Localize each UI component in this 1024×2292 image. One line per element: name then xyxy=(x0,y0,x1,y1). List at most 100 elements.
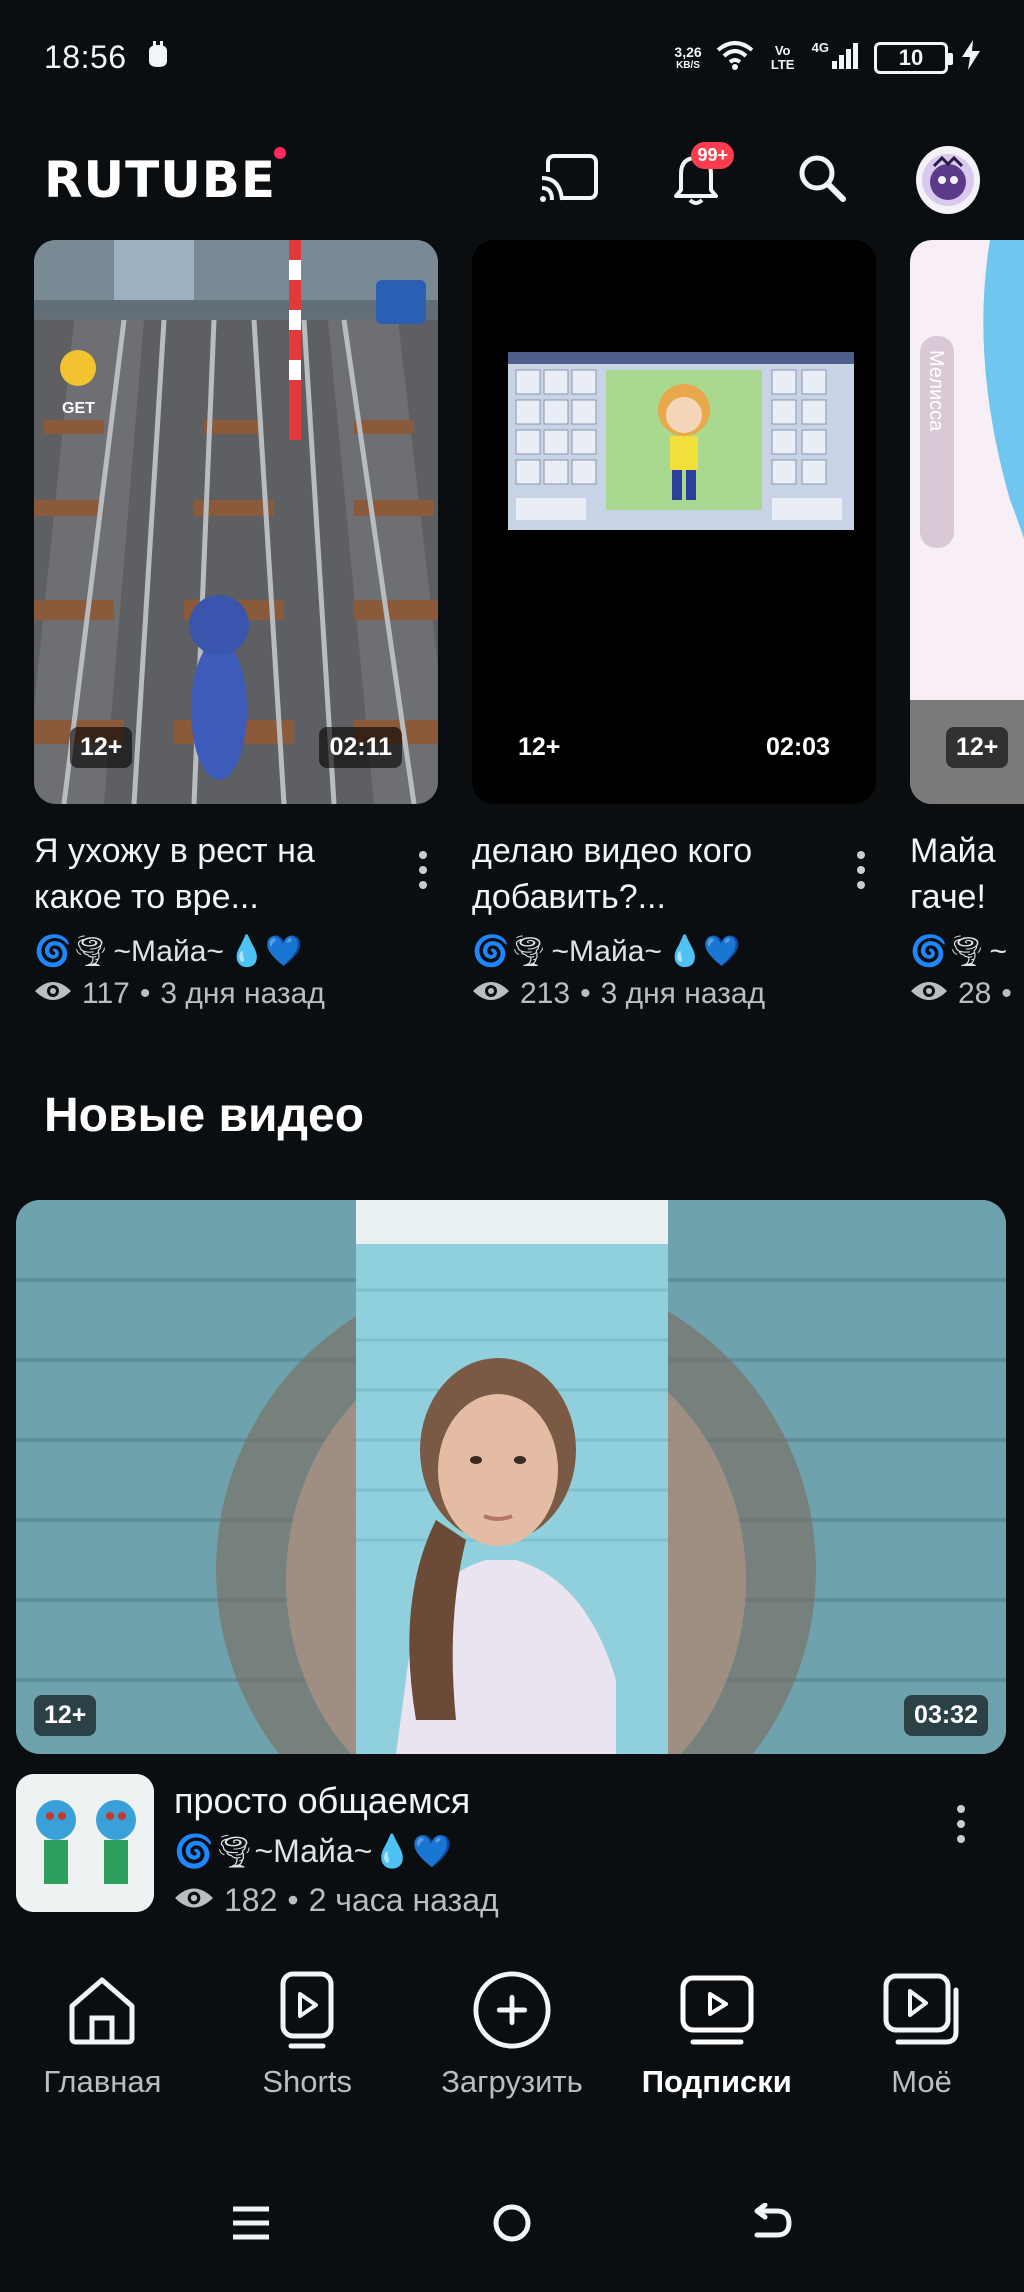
nav-item-home[interactable]: Главная xyxy=(2,1970,202,2100)
section-title-new-videos: Новые видео xyxy=(44,1089,365,1142)
video-info: просто общаемся 🌀🌪~Майа~💧💙 182 • 2 часа … xyxy=(16,1774,1006,1924)
author-emoji-prefix: 🌀🌪 xyxy=(910,935,986,968)
status-bar: 18:56 3,26 KB/S Vo LTE 4G 10 xyxy=(0,0,1024,115)
channel-avatar[interactable] xyxy=(16,1774,154,1912)
back-arrow-icon xyxy=(753,2202,793,2248)
home-system-button[interactable] xyxy=(472,2185,552,2265)
back-system-button[interactable] xyxy=(733,2185,813,2265)
short-card[interactable]: GET 12+ 02:11 Я ухожу в рест на какое то… xyxy=(34,240,438,1011)
short-thumbnail[interactable]: 12+ 02:03 xyxy=(472,240,876,804)
thumb-overlay-text: Мелисса xyxy=(925,350,947,432)
home-icon xyxy=(62,1970,142,2050)
age-rating-badge: 12+ xyxy=(518,733,561,761)
author-name: ~Майа~ xyxy=(113,934,224,968)
upload-age: 3 дня назад xyxy=(160,977,325,1010)
duration-badge: 02:11 xyxy=(319,727,402,768)
shorts-icon xyxy=(267,1970,347,2050)
nav-label: Shorts xyxy=(262,2064,352,2099)
nav-item-subscriptions[interactable]: Подписки xyxy=(617,1970,817,2100)
video-more-button[interactable] xyxy=(946,1794,976,1854)
nav-label: Главная xyxy=(43,2064,162,2099)
short-meta: 28 • xyxy=(910,977,1024,1011)
short-title[interactable]: Я ухожу в рест на какое то вре... xyxy=(34,828,394,920)
cell-signal: 4G xyxy=(812,41,860,74)
nav-item-library[interactable]: Моё xyxy=(822,1970,1022,2100)
view-count: 182 xyxy=(224,1882,278,1918)
short-author[interactable]: 🌀🌪 ~Майа~ 💧💙 xyxy=(472,934,876,969)
search-button[interactable] xyxy=(790,148,854,212)
short-author[interactable]: 🌀🌪 ~Майа~ 💧💙 xyxy=(34,934,438,969)
library-icon xyxy=(882,1970,962,2050)
nav-item-upload[interactable]: Загрузить xyxy=(412,1970,612,2100)
status-time: 18:56 xyxy=(44,39,127,75)
upload-plus-icon xyxy=(472,1970,552,2050)
author-name: ~ xyxy=(989,934,1007,968)
volte-indicator: Vo LTE xyxy=(770,42,795,72)
wifi-icon xyxy=(716,40,754,75)
short-thumbnail[interactable]: GET 12+ 02:11 xyxy=(34,240,438,804)
short-title[interactable]: делаю видео кого добавить?... xyxy=(472,828,832,920)
author-emoji-prefix: 🌀🌪 xyxy=(34,935,110,968)
short-more-button[interactable] xyxy=(408,840,438,900)
runner-game-image xyxy=(34,240,438,804)
signal-icon xyxy=(832,41,860,74)
search-icon xyxy=(797,153,847,208)
author-emoji-prefix: 🌀🌪 xyxy=(472,935,548,968)
short-title[interactable]: Майа гаче! xyxy=(910,828,1010,920)
short-card[interactable]: 12+ 02:03 делаю видео кого добавить?... … xyxy=(472,240,876,1011)
upload-age: 2 часа назад xyxy=(308,1882,499,1918)
circle-home-icon xyxy=(492,2203,532,2248)
nav-label: Моё xyxy=(891,2064,952,2099)
video-thumbnail[interactable]: 12+ 03:32 xyxy=(16,1200,1006,1754)
duration-badge: 02:03 xyxy=(766,733,830,761)
shorts-carousel[interactable]: GET 12+ 02:11 Я ухожу в рест на какое то… xyxy=(0,240,1024,1040)
short-card[interactable]: Мелисса 12+ Майа гаче! 🌀🌪 ~ 28 • xyxy=(910,240,1024,1011)
eye-icon xyxy=(34,977,72,1011)
author-emoji-prefix: 🌀🌪 xyxy=(174,1833,255,1869)
logo-dot xyxy=(274,147,287,159)
duration-badge: 03:32 xyxy=(904,1695,988,1736)
net-speed: 3,26 KB/S xyxy=(674,43,702,71)
author-name: ~Майа~ xyxy=(254,1833,373,1869)
thumb-overlay-text: GET xyxy=(62,400,95,417)
short-more-button[interactable] xyxy=(846,840,876,900)
age-rating-badge: 12+ xyxy=(34,1695,97,1736)
nav-label: Подписки xyxy=(641,2064,792,2099)
profile-avatar-button[interactable] xyxy=(916,146,980,214)
video-meta: 182 • 2 часа назад xyxy=(174,1882,499,1919)
vlog-girl-image xyxy=(16,1200,1006,1754)
notification-app-icon xyxy=(145,41,171,74)
recent-apps-button[interactable] xyxy=(211,2185,291,2265)
eye-icon xyxy=(174,1882,214,1919)
cast-icon xyxy=(540,152,600,209)
short-author[interactable]: 🌀🌪 ~ xyxy=(910,934,1024,969)
nav-item-shorts[interactable]: Shorts xyxy=(207,1970,407,2100)
view-count: 28 xyxy=(958,977,992,1010)
system-navigation-bar xyxy=(0,2170,1024,2280)
anime-character-image xyxy=(910,240,1024,804)
eye-icon xyxy=(910,977,948,1011)
video-author[interactable]: 🌀🌪~Майа~💧💙 xyxy=(174,1832,452,1870)
menu-icon xyxy=(231,2205,271,2246)
notifications-button[interactable]: 99+ xyxy=(664,142,734,212)
eye-icon xyxy=(472,977,510,1011)
short-meta: 117 • 3 дня назад xyxy=(34,977,438,1011)
video-card[interactable]: 12+ 03:32 просто общаемся 🌀🌪~Майа~💧💙 182… xyxy=(16,1200,1006,1924)
nav-label: Загрузить xyxy=(441,2064,583,2099)
short-thumbnail[interactable]: Мелисса 12+ xyxy=(910,240,1024,804)
rutube-logo[interactable]: RUTUBE xyxy=(44,147,287,209)
video-title[interactable]: просто общаемся xyxy=(174,1780,470,1822)
upload-age: 3 дня назад xyxy=(600,977,766,1010)
bottom-navigation: Главная Shorts Загрузить Подписки Моё xyxy=(0,1970,1024,2130)
battery-indicator: 10 xyxy=(874,41,953,74)
author-emoji-suffix: 💧💙 xyxy=(372,1833,453,1869)
view-count: 213 xyxy=(520,977,571,1010)
view-count: 117 xyxy=(82,977,130,1010)
gacha-editor-image xyxy=(508,352,854,530)
avatar xyxy=(916,146,980,214)
author-emoji-suffix: 💧💙 xyxy=(665,935,741,968)
cast-button[interactable] xyxy=(538,148,602,212)
short-meta: 213 • 3 дня назад xyxy=(472,977,876,1011)
age-rating-badge: 12+ xyxy=(70,727,133,768)
author-name: ~Майа~ xyxy=(551,934,662,968)
